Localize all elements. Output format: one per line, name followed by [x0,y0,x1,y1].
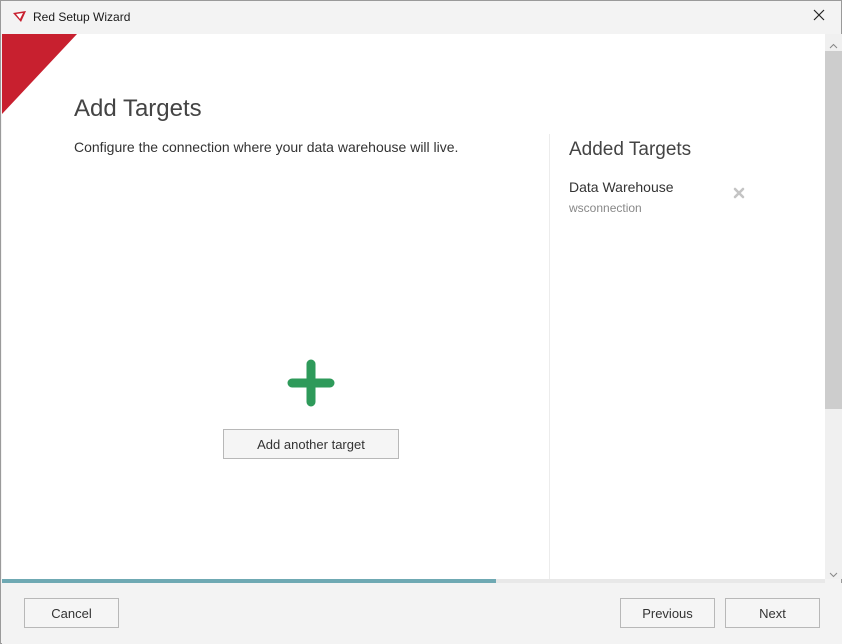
page-title: Add Targets [74,95,202,122]
scrollbar-thumb[interactable] [825,51,842,409]
wizard-window: Red Setup Wizard Add Targets Configure t… [0,0,842,644]
target-name: Data Warehouse [569,179,674,195]
cancel-button[interactable]: Cancel [24,598,119,628]
target-list-item: Data Warehouse wsconnection [569,179,749,219]
brand-corner-flag [2,34,77,114]
close-icon [813,8,825,26]
target-connection: wsconnection [569,201,642,215]
panel-divider [549,134,550,579]
title-bar: Red Setup Wizard [1,1,841,33]
window-title: Red Setup Wizard [33,10,131,24]
page-subtitle: Configure the connection where your data… [74,139,459,155]
chevron-up-icon[interactable] [829,38,838,49]
wizard-footer: Cancel Previous Next [2,583,842,644]
close-button[interactable] [797,1,841,33]
vertical-scrollbar[interactable] [825,34,842,579]
red-app-icon [12,10,28,24]
previous-button[interactable]: Previous [620,598,715,628]
chevron-down-icon[interactable] [829,566,838,578]
added-targets-heading: Added Targets [569,139,692,160]
remove-x-icon[interactable] [733,186,745,199]
wizard-content: Add Targets Configure the connection whe… [2,34,825,579]
next-button[interactable]: Next [725,598,820,628]
green-plus-icon[interactable] [286,358,336,408]
add-another-target-button[interactable]: Add another target [223,429,399,459]
